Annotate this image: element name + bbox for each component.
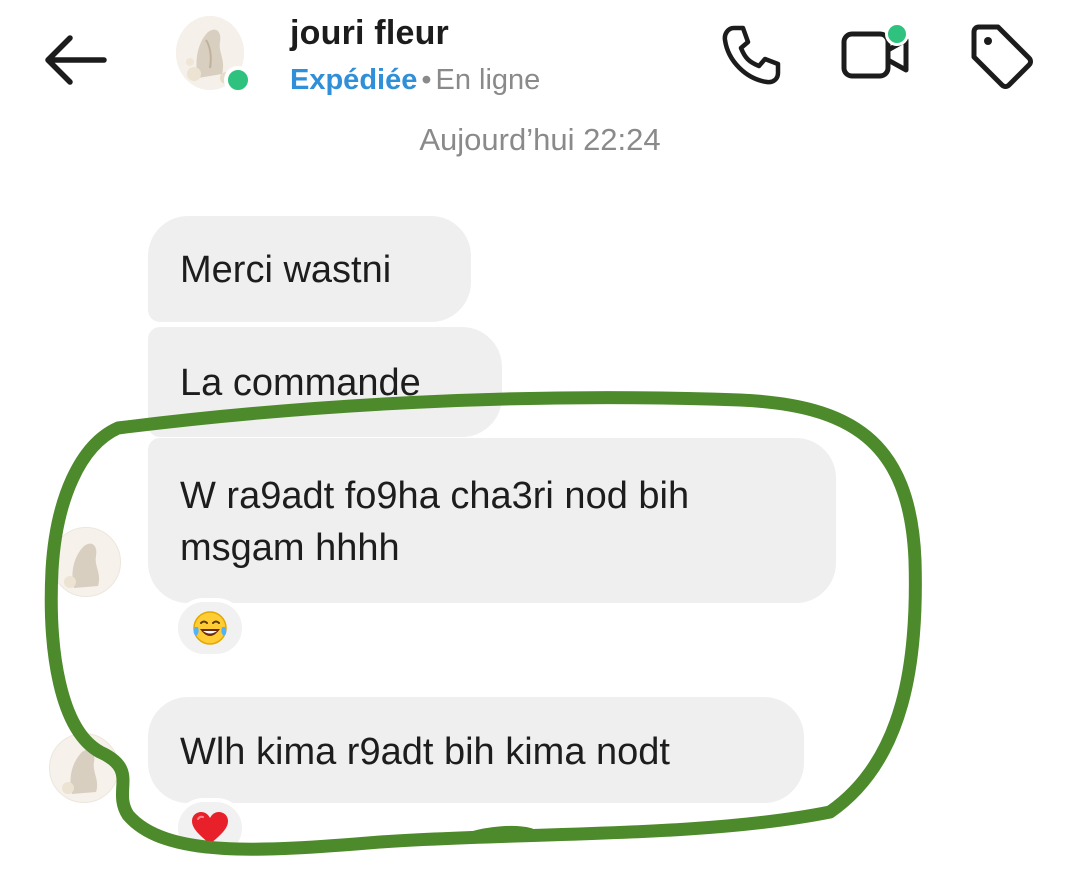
arrow-left-icon xyxy=(45,35,107,85)
message-reaction[interactable] xyxy=(174,798,246,858)
online-status: En ligne xyxy=(435,64,541,96)
red-heart-emoji-icon xyxy=(192,812,228,844)
message-bubble[interactable]: La commande xyxy=(148,327,502,437)
online-status-dot xyxy=(224,66,252,94)
message-reaction[interactable] xyxy=(174,598,246,658)
call-button[interactable] xyxy=(718,22,784,88)
sender-avatar[interactable] xyxy=(51,527,121,597)
back-button[interactable] xyxy=(38,30,110,90)
message-bubble[interactable]: Merci wastni xyxy=(148,216,471,322)
contact-status: Expédiée • En ligne xyxy=(290,64,540,97)
face-with-tears-of-joy-emoji-icon xyxy=(193,611,227,645)
tag-icon xyxy=(971,24,1033,89)
message-sent-status: Expédiée xyxy=(290,64,418,96)
tag-button[interactable] xyxy=(966,20,1036,90)
video-active-dot xyxy=(885,22,909,46)
conversation-timestamp: Aujourd’hui 22:24 xyxy=(419,122,661,157)
message-bubble[interactable]: W ra9adt fo9ha cha3ri nod bih msgam hhhh xyxy=(148,438,836,603)
status-separator: • xyxy=(421,64,432,96)
phone-icon xyxy=(722,25,781,85)
contact-name[interactable]: jouri fleur xyxy=(290,14,449,53)
sender-avatar[interactable] xyxy=(49,733,119,803)
message-bubble[interactable]: Wlh kima r9adt bih kima nodt xyxy=(148,697,804,803)
